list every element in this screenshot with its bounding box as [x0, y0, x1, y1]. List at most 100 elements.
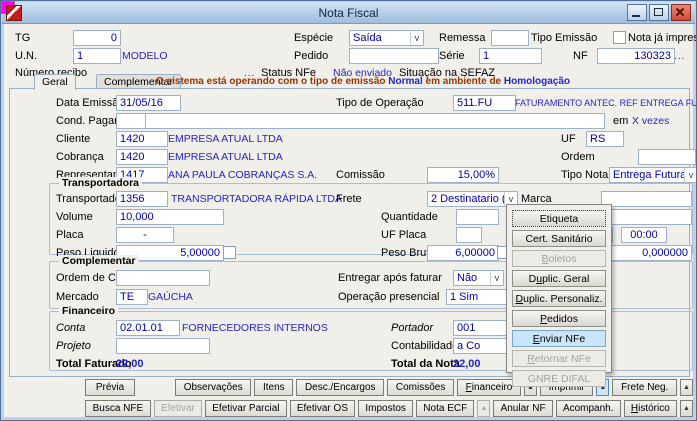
nf-lookup-button[interactable]: ... [674, 51, 685, 63]
minimize-button[interactable] [627, 4, 647, 21]
comissao-field[interactable]: 15,00% [427, 167, 499, 183]
especie-label: Espécie [294, 32, 334, 44]
efetivar-os-button[interactable]: Efetivar OS [289, 400, 356, 417]
nota-ja-impressa-checkbox[interactable] [613, 31, 626, 44]
popup-item-etiqueta[interactable]: Etiqueta [512, 210, 606, 227]
total-da-nota-value: 22,00 [453, 358, 481, 370]
maximize-button[interactable] [649, 4, 669, 21]
nf-label: NF [573, 50, 588, 62]
vezes-value: X vezes [632, 115, 670, 127]
tipo-operacao-label: Tipo de Operação [336, 97, 424, 109]
observacoes-button[interactable]: Observações [175, 379, 252, 396]
popup-item-label: oletos [548, 252, 577, 265]
nota-ecf-button[interactable]: Nota ECF [416, 400, 475, 417]
ordem-field[interactable] [638, 149, 696, 165]
cond-pagamento-desc-field[interactable] [145, 113, 605, 129]
portador-field[interactable]: 001 [453, 320, 513, 336]
volume-right-field[interactable] [609, 209, 692, 225]
chevron-down-icon[interactable]: v [684, 168, 696, 182]
app-icon [6, 4, 22, 21]
popup-item-label: uplic. Personaliz. [523, 292, 603, 305]
financeiro-group-title: Financeiro [59, 305, 119, 317]
operacao-presencial-label: Operação presencial [338, 291, 440, 303]
button-label: Busca NFE [92, 403, 144, 414]
close-button[interactable] [671, 4, 691, 21]
previa-button[interactable]: Prévia [85, 379, 136, 396]
nf-field[interactable]: 130323 [597, 48, 675, 64]
un-field[interactable]: 1 [73, 48, 121, 64]
marca-field[interactable] [601, 191, 692, 207]
placa-label: Placa [56, 229, 84, 241]
cliente-code-field[interactable]: 1420 [116, 131, 168, 147]
mercado-field[interactable]: TE [116, 289, 148, 305]
ordem-compra-field[interactable] [116, 270, 210, 286]
peso-liquido-checkbox[interactable] [223, 246, 236, 259]
especie-combobox[interactable]: Saída v [349, 30, 424, 46]
anular-nf-button[interactable]: Anular NF [493, 400, 553, 417]
button-label: Acompanh. [562, 403, 614, 414]
data-emissao-field[interactable]: 31/05/16 [116, 95, 181, 111]
acompanh-button[interactable]: Acompanh. [555, 400, 621, 417]
conta-field[interactable]: 02.01.01 [116, 320, 180, 336]
impostos-button[interactable]: Impostos [358, 400, 414, 417]
frete-combobox[interactable]: 2 Destinatario (FOB v [427, 191, 518, 207]
cond-pagamento-code-field[interactable] [116, 113, 148, 129]
historico-menu-arrow-icon[interactable]: ▲ [680, 400, 693, 417]
tipo-operacao-field[interactable]: 511.FU [453, 95, 516, 111]
cobranca-code-field[interactable]: 1420 [116, 149, 168, 165]
transportadora-code-field[interactable]: 1356 [116, 191, 168, 207]
contabilidade-label: Contabilidade [391, 340, 459, 352]
popup-item-label: D [528, 272, 537, 285]
historico-button[interactable]: Histórico [623, 400, 677, 417]
comissoes-button[interactable]: Comissões [387, 379, 454, 396]
uf-field[interactable]: RS [586, 131, 624, 147]
tipo-nota-label: Tipo Nota [561, 169, 609, 181]
itens-button[interactable]: Itens [254, 379, 294, 396]
tipo-emissao-label: Tipo Emissão [531, 32, 598, 44]
popup-item-duplic-personaliz[interactable]: Duplic. Personaliz. [512, 290, 606, 307]
entregar-apos-faturar-combobox[interactable]: Não v [453, 270, 504, 286]
titlebar: Nota Fiscal [2, 2, 695, 24]
conta-label: Conta [56, 322, 86, 334]
busca-nfe-button[interactable]: Busca NFE [85, 400, 151, 417]
pedido-label: Pedido [294, 50, 329, 62]
peso-bruto-field[interactable]: 6,00000 [427, 245, 499, 261]
peso-extra-field[interactable]: 0,000000 [601, 245, 692, 261]
chevron-down-icon[interactable]: v [410, 31, 423, 45]
em-label: em [613, 115, 629, 127]
remessa-field[interactable] [491, 30, 529, 46]
efetivar-parcial-button[interactable]: Efetivar Parcial [205, 400, 287, 417]
efetivar-button: Efetivar [153, 400, 203, 417]
tipo-nota-combobox[interactable]: Entrega Futura v [609, 167, 696, 183]
message-highlight-homologacao: Homologação [503, 76, 571, 87]
placa-field[interactable]: - [116, 227, 174, 243]
volume-field[interactable]: 10,000 [116, 209, 224, 225]
frete-neg-menu-arrow-icon[interactable]: ▲ [679, 379, 693, 396]
complementar-group-title: Complementar [59, 255, 139, 267]
message-part2: em ambiente de [422, 76, 504, 87]
popup-item-cert-sanitario[interactable]: Cert. Sanitário [512, 230, 606, 247]
frete-neg-button[interactable]: Frete Neg. [612, 379, 677, 396]
popup-item-label: GNRE DIFAL [527, 372, 591, 385]
tipo-nota-value: Entrega Futura [613, 169, 684, 181]
popup-item-accel: E [532, 332, 540, 345]
desc-encargos-button[interactable]: Desc./Encargos [296, 379, 385, 396]
tab-geral[interactable]: Geral [34, 74, 76, 90]
popup-item-duplic-geral[interactable]: Du plic. Geral [512, 270, 606, 287]
popup-item-accel: R [527, 352, 535, 365]
un-label: U.N. [15, 50, 37, 62]
chevron-down-icon[interactable]: v [490, 271, 503, 285]
serie-field[interactable]: 1 [479, 48, 542, 64]
projeto-field[interactable] [116, 338, 210, 354]
popup-item-accel: B [541, 252, 549, 265]
pedido-field[interactable] [349, 48, 439, 64]
quantidade-field[interactable] [456, 209, 499, 225]
total-faturado-value: 22,00 [116, 358, 144, 370]
tg-field[interactable]: 0 [73, 30, 121, 46]
hora-field[interactable]: 00:00 [621, 227, 667, 243]
cobranca-label: Cobrança [56, 151, 104, 163]
popup-item-accel: P [540, 312, 548, 325]
popup-item-pedidos[interactable]: Pedidos [512, 310, 606, 327]
uf-placa-field[interactable] [456, 227, 482, 243]
popup-item-enviar-nfe[interactable]: Enviar NFe [512, 330, 606, 347]
